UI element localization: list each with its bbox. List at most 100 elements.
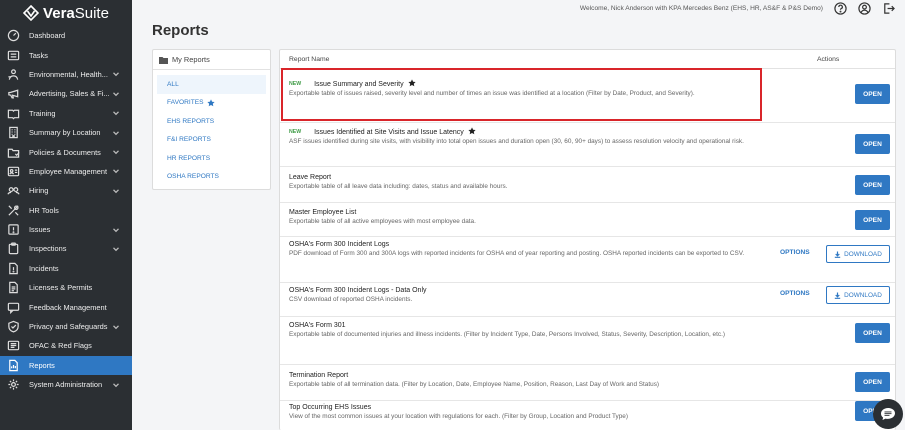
sidebar-item-environmental-health[interactable]: Environmental, Health...: [0, 65, 132, 84]
report-name-line: NEW Issue Summary and Severity: [289, 79, 767, 89]
chevron-down-icon[interactable]: [112, 70, 120, 78]
sidebar-item-employee-management[interactable]: Employee Management: [0, 162, 132, 181]
sidebar-item-label: Summary by Location: [29, 128, 101, 138]
verasuite-logo[interactable]: VeraSuite: [0, 0, 132, 26]
open-button[interactable]: OPEN: [855, 372, 890, 392]
filter-ehs-reports[interactable]: EHS REPORTS: [157, 112, 266, 131]
download-button[interactable]: DOWNLOAD: [826, 286, 890, 304]
star-icon[interactable]: [468, 127, 476, 137]
filter-label: EHS REPORTS: [167, 117, 215, 125]
report-name[interactable]: OSHA's Form 300 Incident Logs - Data Onl…: [289, 287, 427, 294]
report-info: NEW Issue Summary and Severity Exportable …: [289, 79, 767, 98]
sidebar-item-ofac-and-red-flags[interactable]: OFAC & Red Flags: [0, 336, 132, 355]
health-icon: [6, 67, 20, 81]
star-icon: [206, 99, 215, 106]
sidebar-item-reports[interactable]: Reports: [0, 355, 132, 376]
sidebar-item-label: Licenses & Permits: [29, 283, 93, 293]
filter-label: F&I REPORTS: [167, 136, 211, 144]
page-title: Reports: [152, 22, 209, 39]
filter-osha-reports[interactable]: OSHA REPORTS: [157, 168, 266, 187]
flag-icon: [6, 339, 20, 353]
sidebar-item-label: Policies & Documents: [29, 147, 101, 157]
sidebar-item-inspections[interactable]: Inspections: [0, 239, 132, 258]
report-name[interactable]: Leave Report: [289, 174, 331, 181]
report-name-line: Master Employee List: [289, 207, 767, 217]
report-name[interactable]: Issue Summary and Severity: [314, 81, 403, 88]
sidebar-item-privacy-and-safeguards[interactable]: Privacy and Safeguards: [0, 317, 132, 336]
star-icon[interactable]: [407, 79, 416, 89]
report-description: Exportable table of documented injuries …: [289, 331, 725, 338]
report-name[interactable]: Master Employee List: [289, 209, 356, 216]
reports-icon: [6, 358, 20, 372]
open-button[interactable]: OPEN: [855, 210, 890, 230]
sidebar-item-label: OFAC & Red Flags: [29, 341, 92, 351]
filter-all[interactable]: ALL: [157, 75, 266, 94]
report-info: OSHA's Form 300 Incident Logs - Data Onl…: [289, 285, 767, 304]
sidebar-item-training[interactable]: Training: [0, 104, 132, 123]
sidebar-item-licenses-and-permits[interactable]: Licenses & Permits: [0, 278, 132, 297]
chevron-down-icon[interactable]: [112, 323, 120, 331]
help-icon[interactable]: [833, 2, 847, 16]
report-name[interactable]: OSHA's Form 301: [289, 322, 346, 329]
sidebar-item-hiring[interactable]: Hiring: [0, 181, 132, 200]
chevron-down-icon[interactable]: [112, 90, 120, 98]
sidebar-item-advertising-sales-and-fi[interactable]: Advertising, Sales & Fi...: [0, 84, 132, 103]
license-icon: [6, 281, 20, 295]
sidebar-item-summary-by-location[interactable]: Summary by Location: [0, 123, 132, 142]
download-icon: [834, 292, 841, 299]
chevron-down-icon[interactable]: [112, 245, 120, 253]
filter-label: FAVORITES: [167, 99, 204, 107]
download-button[interactable]: DOWNLOAD: [826, 245, 890, 263]
open-button[interactable]: OPEN: [855, 134, 890, 154]
filter-label: HR REPORTS: [167, 154, 211, 162]
sidebar-item-incidents[interactable]: Incidents: [0, 259, 132, 278]
chevron-down-icon[interactable]: [112, 129, 120, 137]
my-reports-panel: My Reports ALL FAVORITES EHS REPORTS F&I RE…: [152, 49, 271, 190]
sidebar-item-system-administration[interactable]: System Administration: [0, 375, 132, 394]
tools-icon: [6, 203, 20, 217]
training-icon: [6, 106, 20, 120]
sidebar-item-policies-and-documents[interactable]: Policies & Documents: [0, 142, 132, 161]
open-button[interactable]: OPEN: [855, 323, 890, 343]
sidebar-item-hr-tools[interactable]: HR Tools: [0, 201, 132, 220]
chevron-down-icon[interactable]: [112, 187, 120, 195]
report-name[interactable]: Termination Report: [289, 372, 348, 379]
sidebar-item-label: Issues: [29, 225, 51, 235]
sidebar-item-label: Training: [29, 108, 56, 118]
report-name[interactable]: Top Occurring EHS Issues: [289, 404, 371, 411]
chat-button[interactable]: [873, 399, 903, 429]
report-name[interactable]: OSHA's Form 300 Incident Logs: [289, 241, 389, 248]
sidebar-item-label: Hiring: [29, 186, 49, 196]
chevron-down-icon[interactable]: [112, 226, 120, 234]
options-button[interactable]: OPTIONS: [780, 290, 810, 297]
logout-icon[interactable]: [881, 2, 895, 16]
chevron-down-icon[interactable]: [112, 109, 120, 117]
download-label: DOWNLOAD: [844, 250, 882, 258]
chevron-down-icon[interactable]: [112, 167, 120, 175]
sidebar-nav: Dashboard Tasks Environmental, Health... Ad…: [0, 26, 132, 394]
table-row: Leave Report Exportable table of all leav…: [280, 167, 895, 203]
table-row: OSHA's Form 300 Incident Logs PDF downloa…: [280, 237, 895, 283]
id-card-icon: [6, 164, 20, 178]
sidebar-item-issues[interactable]: Issues: [0, 220, 132, 239]
options-button[interactable]: OPTIONS: [780, 249, 810, 256]
download-label: DOWNLOAD: [844, 291, 882, 299]
report-name[interactable]: Issues Identified at Site Visits and Iss…: [314, 129, 464, 136]
verasuite-logo-icon: [23, 5, 40, 21]
new-badge: NEW: [289, 129, 302, 135]
chevron-down-icon[interactable]: [112, 381, 120, 389]
filter-fandi-reports[interactable]: F&I REPORTS: [157, 131, 266, 150]
sidebar-item-dashboard[interactable]: Dashboard: [0, 26, 132, 45]
sidebar-item-tasks[interactable]: Tasks: [0, 45, 132, 64]
open-button[interactable]: OPEN: [855, 84, 890, 104]
report-info: Termination Report Exportable table of al…: [289, 370, 767, 389]
user-profile-icon[interactable]: [857, 2, 871, 16]
chevron-down-icon[interactable]: [112, 148, 120, 156]
filter-favorites[interactable]: FAVORITES: [157, 94, 266, 113]
filter-hr-reports[interactable]: HR REPORTS: [157, 149, 266, 168]
download-icon: [834, 251, 841, 258]
clipboard-icon: [6, 242, 20, 256]
sidebar-item-feedback-management[interactable]: Feedback Management: [0, 297, 132, 316]
open-button[interactable]: OPEN: [855, 175, 890, 195]
sidebar-item-label: Tasks: [29, 50, 48, 60]
